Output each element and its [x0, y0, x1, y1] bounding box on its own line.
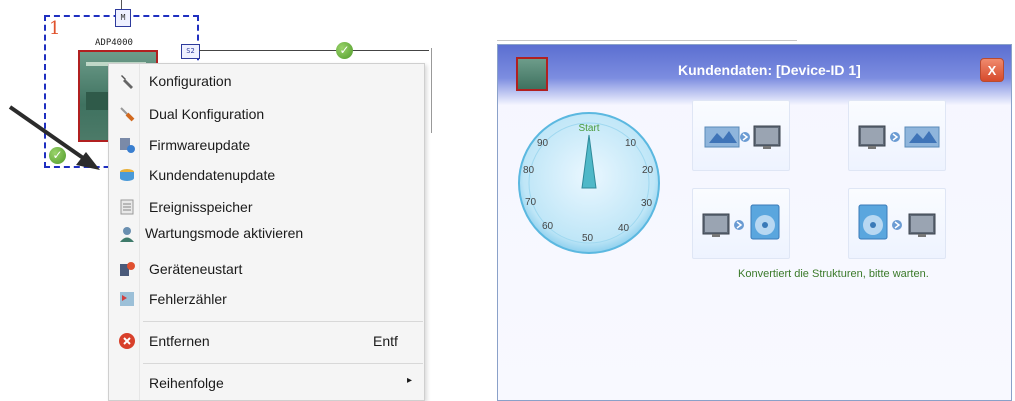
port-m-connector	[121, 0, 122, 9]
progress-dial: Start 10 20 30 40 50 60 70 80 90	[518, 112, 660, 254]
menu-item-label: Wartungsmode aktivieren	[145, 225, 304, 241]
op-card-pc-to-disk	[692, 188, 790, 259]
database-icon	[118, 166, 136, 184]
close-button[interactable]: X	[980, 58, 1004, 82]
menu-item-wartungsmode[interactable]: Wartungsmode aktivieren	[109, 223, 424, 245]
maintenance-person-icon	[118, 225, 136, 243]
dial-mark: 30	[641, 198, 653, 209]
error-counter-icon	[118, 290, 136, 308]
menu-item-label: Ereignisspeicher	[149, 199, 253, 215]
divider	[497, 40, 797, 41]
menu-separator	[143, 321, 423, 322]
menu-item-label: Reihenfolge	[149, 375, 224, 391]
op-card-disk-to-pc	[848, 188, 946, 259]
dial-mark: 80	[523, 165, 535, 176]
device-thumbnail-icon	[516, 57, 548, 91]
menu-item-dual-konfiguration[interactable]: Dual Konfiguration	[109, 104, 424, 126]
dial-mark: 60	[542, 221, 554, 232]
menu-item-label: Fehlerzähler	[149, 291, 227, 307]
remove-icon	[118, 332, 136, 350]
wrench-icon	[118, 72, 136, 90]
bus-line	[199, 50, 429, 51]
screwdriver-icon	[118, 105, 136, 123]
port-m[interactable]: M	[115, 9, 131, 27]
kundendaten-dialog: Kundendaten: [Device-ID 1] X Start 10 20…	[497, 44, 1012, 401]
dial-start-label: Start	[578, 123, 599, 134]
dial-mark: 50	[582, 233, 594, 244]
status-text: Konvertiert die Strukturen, bitte warten…	[738, 268, 929, 280]
dialog-title: Kundendaten: [Device-ID 1]	[678, 62, 861, 78]
menu-item-entfernen[interactable]: Entfernen Entf	[109, 331, 424, 353]
menu-item-label: Konfiguration	[149, 73, 232, 89]
dial-mark: 90	[537, 138, 549, 149]
menu-item-label: Firmwareupdate	[149, 137, 251, 153]
op-card-device-to-pc	[692, 100, 790, 171]
pointer-arrow-icon	[8, 105, 100, 170]
line-ok-check-icon: ✓	[336, 42, 353, 59]
menu-item-geraeteneustart[interactable]: Geräteneustart	[109, 259, 424, 281]
menu-item-ereignisspeicher[interactable]: Ereignisspeicher	[109, 197, 424, 219]
dialog-titlebar[interactable]: Kundendaten: [Device-ID 1] X	[498, 45, 1011, 105]
submenu-chevron-right-icon: ▸	[407, 375, 413, 386]
restart-device-icon	[118, 260, 136, 278]
menu-item-reihenfolge[interactable]: Reihenfolge ▸	[109, 373, 424, 395]
op-card-pc-to-device	[848, 100, 946, 171]
menu-item-label: Kundendatenupdate	[149, 167, 276, 183]
firmware-update-icon	[118, 136, 136, 154]
bus-vertical-line	[431, 48, 432, 133]
menu-separator	[143, 363, 423, 364]
dial-mark: 70	[525, 197, 537, 208]
menu-item-label: Geräteneustart	[149, 261, 243, 277]
port-s2[interactable]: S2	[181, 44, 200, 59]
menu-item-kundendatenupdate[interactable]: Kundendatenupdate	[109, 165, 424, 187]
dial-mark: 20	[642, 165, 654, 176]
menu-item-label: Dual Konfiguration	[149, 106, 265, 122]
dial-mark: 10	[625, 138, 637, 149]
menu-item-shortcut: Entf	[373, 333, 398, 349]
menu-item-konfiguration[interactable]: Konfiguration	[109, 71, 424, 93]
menu-item-label: Entfernen	[149, 333, 210, 349]
menu-item-fehlerzaehler[interactable]: Fehlerzähler	[109, 289, 424, 311]
dial-mark: 40	[618, 223, 630, 234]
event-log-icon	[118, 198, 136, 216]
context-menu: Konfiguration Dual Konfiguration Firmwar…	[108, 63, 425, 401]
menu-item-firmwareupdate[interactable]: Firmwareupdate	[109, 135, 424, 157]
